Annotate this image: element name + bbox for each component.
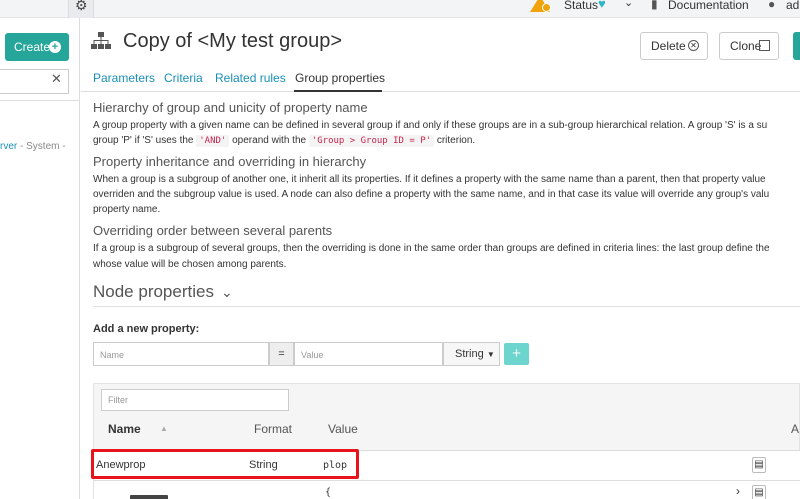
sitemap-icon	[91, 32, 111, 49]
paragraph-line: overriden and the subgroup value is used…	[93, 189, 770, 200]
clone-button[interactable]: Clone	[719, 32, 779, 60]
caret-down-icon: ▼	[486, 350, 495, 359]
delete-button-label: Delete	[651, 39, 686, 53]
page-title: Copy of <My test group>	[123, 30, 343, 52]
code-snippet: 'AND'	[196, 135, 230, 147]
row-name-stub	[130, 495, 168, 499]
clipboard-icon[interactable]: ▤	[752, 457, 766, 473]
documentation-link[interactable]: Documentation	[668, 0, 749, 12]
user-icon: ●	[768, 0, 776, 11]
chevron-right-icon[interactable]: ›	[736, 484, 740, 498]
section-heading: Hierarchy of group and unicity of proper…	[93, 100, 368, 115]
status-menu-label[interactable]: Status	[564, 0, 598, 12]
column-header-value[interactable]: Value	[328, 422, 358, 436]
section-heading: Property inheritance and overriding in h…	[93, 154, 367, 169]
section-divider	[93, 306, 800, 307]
highlight-box	[91, 449, 359, 479]
settings-button[interactable]: ⚙	[68, 0, 94, 18]
tab-bar: Parameters Criteria Related rules Group …	[81, 68, 800, 92]
add-property-label: Add a new property:	[93, 323, 200, 335]
chevron-down-icon[interactable]: ⌄	[221, 284, 233, 301]
delete-button[interactable]: Delete ✕	[640, 32, 708, 60]
sidebar-divider	[0, 100, 80, 101]
column-header-name[interactable]: Name	[108, 422, 141, 436]
tab-related-rules[interactable]: Related rules	[215, 71, 286, 85]
properties-table: Filter Name ▲ Format Value A Anewprop St…	[91, 383, 800, 499]
book-icon: ▮	[651, 0, 658, 11]
active-tab-indicator	[294, 90, 382, 92]
add-property-button[interactable]: +	[504, 343, 529, 365]
sort-asc-icon[interactable]: ▲	[160, 424, 168, 433]
save-button[interactable]	[793, 32, 800, 60]
create-button[interactable]: Create +	[5, 33, 69, 61]
table-row[interactable]: Anewprop String plop ▤	[91, 449, 800, 480]
paragraph-line: group 'P' if 'S' uses the 'AND' operand …	[93, 135, 476, 147]
left-sidebar: Create + ✕ rver - System -	[0, 18, 80, 499]
cell-value: {	[325, 487, 332, 498]
top-navbar: ⚙ Status ♥ ⌄ ▮ Documentation ● ad	[0, 0, 800, 18]
tab-criteria[interactable]: Criteria	[164, 71, 203, 85]
property-format-select[interactable]: String ▼	[443, 342, 500, 366]
property-name-input[interactable]: Name	[93, 342, 269, 366]
clone-button-label: Clone	[730, 39, 762, 53]
paragraph-line: property name.	[93, 204, 161, 215]
clipboard-icon[interactable]: ▤	[752, 485, 766, 499]
tab-group-properties[interactable]: Group properties	[295, 71, 385, 85]
property-value-input[interactable]: Value	[294, 342, 443, 366]
node-properties-heading[interactable]: Node properties	[93, 282, 214, 302]
tree-item[interactable]: rver - System -	[0, 141, 66, 152]
close-icon[interactable]: ✕	[51, 71, 62, 87]
warning-badge	[542, 3, 551, 12]
chevron-down-icon[interactable]: ⌄	[624, 0, 633, 9]
paragraph-line: whose value will be chosen among parents…	[93, 259, 287, 270]
user-menu-label[interactable]: ad	[786, 0, 799, 12]
equals-addon: =	[269, 342, 294, 366]
table-row[interactable]: { › ▤	[94, 480, 800, 499]
plus-circle-icon: +	[49, 41, 61, 53]
paragraph-line: If a group is a subgroup of several grou…	[93, 243, 770, 254]
column-header-actions: A	[791, 422, 800, 436]
create-button-label: Create	[14, 40, 51, 54]
copy-icon	[759, 40, 770, 51]
tab-parameters[interactable]: Parameters	[93, 71, 155, 85]
main-content: Copy of <My test group> Delete ✕ Clone P…	[81, 18, 800, 499]
filter-input[interactable]: Filter	[101, 389, 289, 411]
close-circle-icon: ✕	[688, 40, 699, 51]
heartbeat-icon: ♥	[598, 0, 606, 11]
tree-item-tag: - System -	[17, 141, 66, 152]
code-snippet: 'Group > Group ID = P'	[308, 135, 435, 147]
section-heading: Overriding order between several parents	[93, 223, 333, 238]
gear-icon: ⚙	[75, 0, 88, 13]
tree-item-name: rver	[0, 141, 18, 152]
column-header-format[interactable]: Format	[254, 422, 292, 436]
